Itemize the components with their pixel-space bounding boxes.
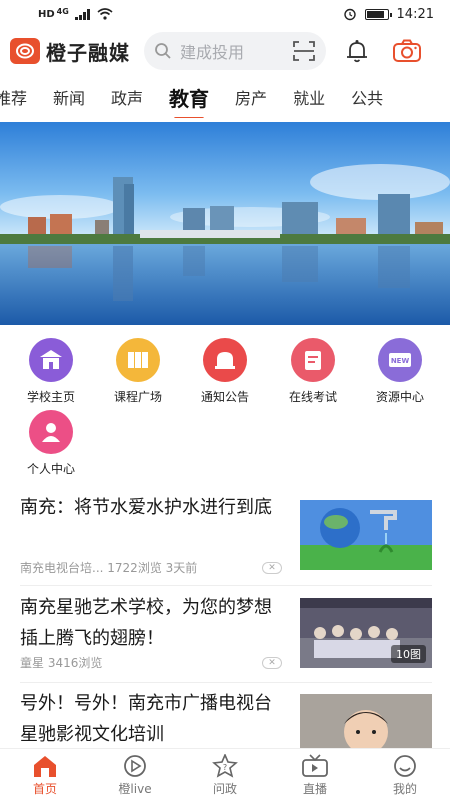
app-header: 橙子融媒 建成投用 [0, 28, 450, 74]
image-count: 10图 [396, 648, 421, 661]
divider [20, 682, 432, 683]
news-views: 1722浏览 [107, 561, 162, 575]
news-title: 南充：将节水爱水护水进行到底 [20, 497, 272, 518]
tab-recommend[interactable]: 推荐 [0, 85, 40, 109]
dismiss-news-button[interactable]: ✕ [262, 656, 282, 669]
nav-inquiry[interactable]: ? 问政 [180, 753, 270, 797]
function-item[interactable]: 个人中心 [13, 410, 89, 477]
status-bar: HD 4G 14:21 [0, 0, 450, 28]
nav-home[interactable]: 首页 [0, 753, 90, 797]
function-label: 通知公告 [200, 390, 249, 404]
channel-tabs: 推荐 新闻 政声 教育 房产 就业 公共 [0, 76, 450, 118]
status-left: HD 4G [38, 6, 113, 20]
tab-politics[interactable]: 政声 [98, 85, 156, 109]
tab-education[interactable]: 教育 [156, 83, 222, 118]
function-label: 资源中心 [375, 390, 424, 404]
function-item[interactable]: 学校主页 [13, 338, 89, 405]
news-item[interactable]: 南充：将节水爱水护水进行到底 南充电视台培... 1722浏览 3天前 ✕ [20, 492, 432, 576]
tab-public[interactable]: 公共 [338, 85, 396, 109]
news-item[interactable]: 号外！号外！南充市广播电视台星驰影视文化培训 [20, 688, 432, 748]
live-icon [124, 754, 146, 777]
news-title: 南充星驰艺术学校，为您的梦想插上腾飞的翅膀！ [20, 597, 272, 649]
function-item[interactable]: 通知公告 [187, 338, 263, 405]
banner-cityscape [0, 122, 450, 325]
news-title: 号外！号外！南充市广播电视台星驰影视文化培训 [20, 693, 272, 745]
nav-label: 我的 [392, 781, 417, 796]
status-right: 14:21 [343, 7, 434, 22]
news-time: 3天前 [165, 561, 198, 575]
battery-icon [364, 8, 392, 20]
nav-label: 橙live [118, 781, 152, 796]
header-actions [344, 38, 422, 64]
nav-broadcast[interactable]: 直播 [270, 753, 360, 797]
network-type: HD [38, 8, 55, 20]
signal-type: 4G [56, 6, 69, 16]
nav-profile[interactable]: 我的 [360, 753, 450, 797]
clock: 14:21 [396, 6, 434, 22]
signal-icon [74, 8, 90, 20]
bell-notice-icon [203, 338, 247, 382]
function-item[interactable]: 课程广场 [100, 338, 176, 405]
school-icon [29, 338, 73, 382]
camera-icon[interactable] [392, 39, 422, 63]
nav-label: 直播 [302, 781, 327, 796]
exam-icon [291, 338, 335, 382]
tab-realestate[interactable]: 房产 [222, 85, 280, 109]
news-meta: 童星 3416浏览 ✕ [20, 654, 282, 671]
nav-label: 问政 [212, 781, 237, 796]
function-label: 个人中心 [26, 462, 75, 476]
function-label: 课程广场 [113, 390, 162, 404]
tv-icon [302, 753, 328, 777]
function-label: 在线考试 [288, 390, 337, 404]
notification-bell-icon[interactable] [344, 38, 370, 64]
function-item[interactable]: 在线考试 [275, 338, 351, 405]
news-source: 南充电视台培... [20, 561, 104, 575]
question-icon: ? [212, 753, 238, 778]
search-bar[interactable]: 建成投用 [144, 32, 326, 70]
news-source: 童星 [20, 656, 45, 670]
news-views: 3416浏览 [47, 656, 103, 670]
svg-text:?: ? [223, 763, 227, 772]
nav-live[interactable]: 橙live [90, 753, 180, 797]
function-item[interactable]: NEW 资源中心 [362, 338, 438, 405]
svg-text:NEW: NEW [391, 357, 410, 365]
app-logo-icon [10, 38, 40, 64]
app-name: 橙子融媒 [46, 40, 130, 65]
person-icon [29, 410, 73, 454]
news-meta: 南充电视台培... 1722浏览 3天前 ✕ [20, 559, 282, 576]
scan-icon[interactable] [292, 40, 316, 62]
image-count-badge: 10图 [391, 645, 426, 663]
news-thumbnail [300, 694, 432, 748]
profile-icon [394, 754, 416, 777]
dismiss-news-button[interactable]: ✕ [262, 561, 282, 574]
news-thumbnail: 10图 [300, 598, 432, 668]
wifi-icon [97, 8, 113, 20]
course-icon [116, 338, 160, 382]
search-icon [155, 43, 171, 59]
search-placeholder: 建成投用 [180, 43, 245, 62]
bottom-nav: 首页 橙live ? 问政 直播 我的 [0, 748, 450, 800]
nav-label: 首页 [32, 781, 57, 796]
function-label: 学校主页 [26, 390, 75, 404]
divider [20, 585, 432, 586]
alarm-icon [343, 8, 356, 21]
tab-news[interactable]: 新闻 [40, 85, 98, 109]
news-item[interactable]: 南充星驰艺术学校，为您的梦想插上腾飞的翅膀！ 童星 3416浏览 ✕ 10图 [20, 592, 432, 674]
news-thumbnail [300, 500, 432, 570]
home-icon [34, 755, 56, 777]
banner-image[interactable] [0, 122, 450, 325]
tab-employment[interactable]: 就业 [280, 85, 338, 109]
resource-new-icon: NEW [378, 338, 422, 382]
